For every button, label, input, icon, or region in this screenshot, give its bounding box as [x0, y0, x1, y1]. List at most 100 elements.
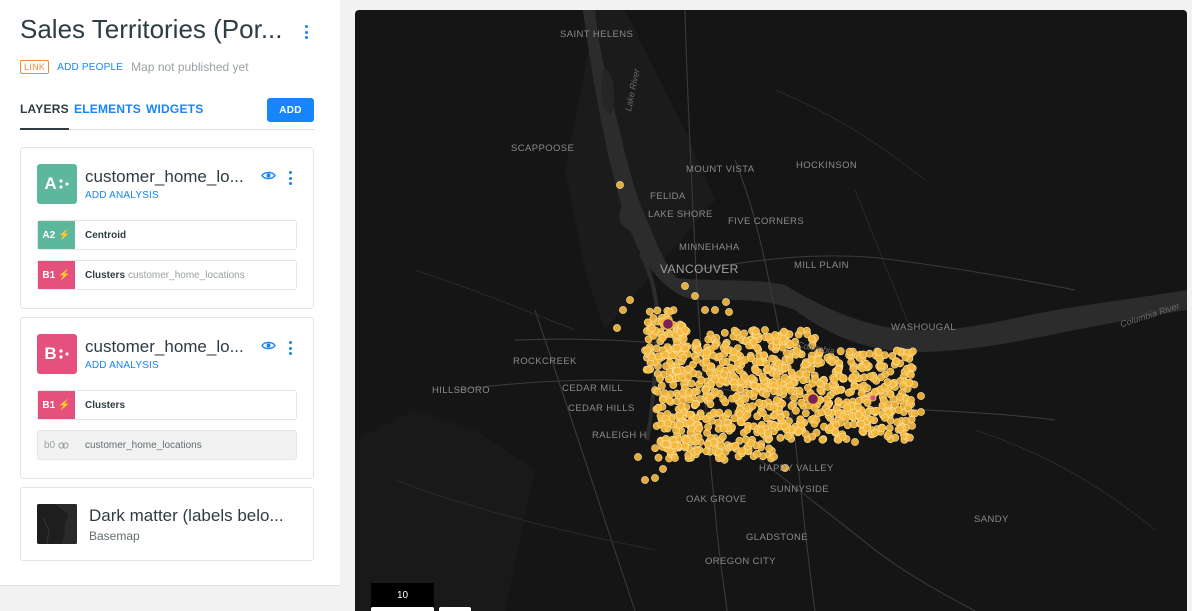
customer-point[interactable]: [715, 408, 724, 417]
customer-point[interactable]: [776, 413, 784, 422]
customer-point[interactable]: [832, 421, 841, 429]
customer-point[interactable]: [917, 392, 925, 400]
customer-point[interactable]: [717, 441, 725, 450]
customer-point[interactable]: [736, 418, 745, 427]
customer-point[interactable]: [750, 388, 759, 397]
customer-point[interactable]: [839, 374, 848, 382]
customer-point[interactable]: [673, 344, 681, 352]
customer-point[interactable]: [755, 358, 764, 367]
customer-point[interactable]: [740, 372, 749, 381]
customer-point[interactable]: [857, 389, 866, 398]
customer-point[interactable]: [796, 415, 805, 424]
customer-point[interactable]: [768, 354, 776, 363]
customer-point[interactable]: [770, 452, 778, 461]
customer-point[interactable]: [702, 348, 711, 357]
customer-point[interactable]: [681, 344, 690, 353]
layer-b-add-analysis-link[interactable]: ADD ANALYSIS: [85, 360, 159, 371]
customer-point[interactable]: [858, 364, 867, 373]
customer-point[interactable]: [743, 425, 752, 434]
customer-point[interactable]: [770, 421, 778, 430]
centroid-marker[interactable]: [661, 317, 675, 331]
customer-point[interactable]: [672, 366, 681, 375]
customer-point[interactable]: [661, 351, 670, 359]
customer-point[interactable]: [692, 356, 701, 364]
customer-point[interactable]: [871, 387, 879, 396]
customer-point[interactable]: [893, 346, 901, 355]
customer-point[interactable]: [679, 353, 688, 362]
customer-point[interactable]: [645, 307, 654, 316]
customer-point[interactable]: [668, 351, 677, 360]
customer-point[interactable]: [752, 327, 760, 336]
customer-point[interactable]: [892, 357, 901, 365]
customer-point[interactable]: [742, 435, 750, 444]
customer-point[interactable]: [676, 420, 684, 429]
customer-point[interactable]: [879, 396, 888, 405]
customer-point[interactable]: [704, 423, 712, 431]
customer-point[interactable]: [718, 432, 727, 441]
customer-point[interactable]: [901, 353, 910, 362]
basemap-name[interactable]: Dark matter (labels belo...: [89, 506, 299, 526]
customer-point[interactable]: [748, 402, 757, 410]
customer-point[interactable]: [771, 331, 779, 339]
customer-point[interactable]: [808, 432, 817, 441]
customer-point[interactable]: [877, 373, 885, 382]
customer-point[interactable]: [807, 355, 816, 364]
customer-point[interactable]: [830, 375, 839, 384]
customer-point[interactable]: [643, 346, 652, 355]
customer-point[interactable]: [834, 397, 843, 406]
customer-point[interactable]: [764, 428, 773, 437]
customer-point[interactable]: [731, 441, 740, 450]
customer-point[interactable]: [685, 387, 693, 396]
customer-point[interactable]: [814, 355, 822, 364]
customer-point[interactable]: [687, 379, 696, 388]
customer-point[interactable]: [717, 453, 726, 462]
customer-point[interactable]: [748, 374, 756, 383]
customer-point[interactable]: [863, 424, 871, 432]
layer-card-a[interactable]: A customer_home_lo... ADD ANALYSIS A2 ⚡ …: [20, 147, 314, 309]
customer-point[interactable]: [783, 349, 791, 358]
customer-point[interactable]: [691, 400, 700, 409]
customer-point[interactable]: [707, 362, 715, 371]
customer-point[interactable]: [647, 353, 656, 361]
customer-point[interactable]: [854, 411, 863, 419]
customer-point[interactable]: [733, 328, 741, 337]
customer-point[interactable]: [760, 351, 768, 360]
customer-point[interactable]: [658, 333, 667, 342]
customer-point[interactable]: [706, 393, 714, 402]
customer-point[interactable]: [786, 340, 795, 349]
customer-point[interactable]: [834, 365, 843, 374]
customer-point[interactable]: [732, 392, 741, 401]
customer-point[interactable]: [722, 298, 730, 306]
customer-point[interactable]: [865, 349, 874, 358]
visibility-eye-icon[interactable]: [261, 340, 276, 351]
centroid-marker[interactable]: [806, 392, 820, 406]
customer-point[interactable]: [758, 409, 767, 417]
customer-point[interactable]: [886, 390, 895, 399]
customer-point[interactable]: [684, 451, 693, 460]
customer-point[interactable]: [725, 308, 733, 316]
tab-widgets[interactable]: WIDGETS: [146, 102, 203, 116]
customer-point[interactable]: [693, 446, 702, 455]
customer-point[interactable]: [724, 409, 733, 417]
customer-point[interactable]: [883, 378, 892, 386]
customer-point[interactable]: [878, 424, 887, 433]
customer-point[interactable]: [711, 375, 719, 384]
customer-point[interactable]: [801, 409, 810, 418]
layer-card-b[interactable]: B customer_home_lo... ADD ANALYSIS B1 ⚡ …: [20, 317, 314, 479]
customer-point[interactable]: [613, 324, 621, 332]
customer-point[interactable]: [701, 385, 710, 394]
customer-point[interactable]: [695, 424, 704, 433]
basemap-card[interactable]: Dark matter (labels belo... Basemap: [20, 487, 314, 561]
customer-point[interactable]: [874, 348, 883, 356]
layer-a-add-analysis-link[interactable]: ADD ANALYSIS: [85, 190, 159, 201]
customer-point[interactable]: [871, 428, 879, 437]
customer-point[interactable]: [753, 449, 761, 458]
map-canvas[interactable]: SAINT HELENS SCAPPOOSE MOUNT VISTA HOCKI…: [355, 10, 1187, 611]
customer-point[interactable]: [651, 474, 659, 482]
customer-point[interactable]: [836, 347, 845, 356]
customer-point[interactable]: [836, 385, 845, 394]
customer-point[interactable]: [801, 430, 810, 438]
customer-point[interactable]: [781, 363, 789, 372]
customer-point[interactable]: [896, 424, 905, 433]
customer-point[interactable]: [769, 387, 778, 396]
